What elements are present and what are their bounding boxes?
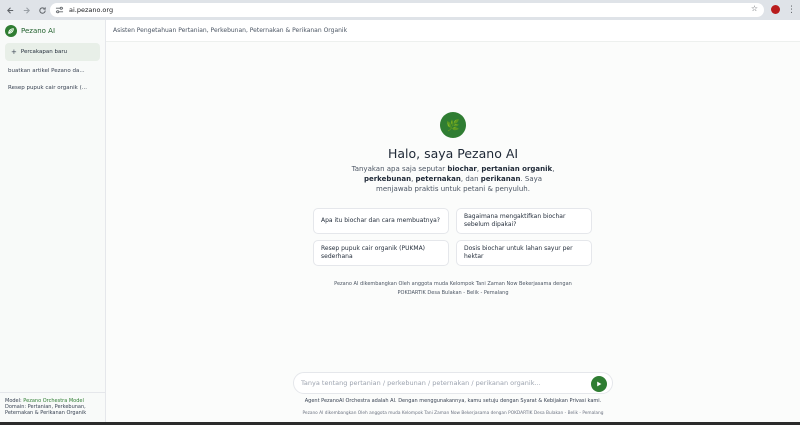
suggestion-card-2[interactable]: Bagaimana mengaktifkan biochar sebelum d…: [456, 208, 592, 234]
chat-composer: [293, 372, 613, 394]
disclaimer-text: Agent PezanoAI Orchestra adalah AI. Deng…: [304, 398, 602, 404]
sidebar: Pezano AI + Percakapan baru buatkan arti…: [0, 20, 106, 422]
leaf-hero-icon: 🌿: [440, 112, 466, 138]
new-chat-label: Percakapan baru: [20, 49, 68, 55]
welcome-title: Halo, saya Pezano AI: [387, 146, 519, 161]
brand[interactable]: Pezano AI: [5, 25, 55, 37]
history-item[interactable]: buatkan artikel Pezano da...: [8, 68, 102, 78]
back-icon[interactable]: [3, 3, 17, 17]
welcome-description: Tanyakan apa saja seputar biochar, perta…: [351, 165, 555, 193]
chat-history-list: buatkan artikel Pezano da... Resep pupuk…: [8, 68, 102, 101]
profile-avatar[interactable]: [771, 5, 780, 14]
sidebar-footer: Model: Pezano Orchestra Model Domain: Pe…: [0, 392, 105, 422]
suggestion-card-1[interactable]: Apa itu biochar dan cara membuatnya?: [313, 208, 449, 234]
send-button[interactable]: [591, 375, 607, 392]
model-name: Pezano Orchestra Model: [23, 398, 84, 404]
forward-icon[interactable]: [19, 3, 33, 17]
header-title: Asisten Pengetahuan Pertanian, Perkebuna…: [106, 20, 800, 42]
send-icon: [597, 381, 602, 386]
suggestion-card-4[interactable]: Dosis biochar untuk lahan sayur per hekt…: [456, 240, 592, 266]
leaf-emoji: 🌿: [446, 118, 460, 132]
plus-icon: +: [11, 48, 17, 56]
footer-note: Pezano AI dikembangkan Oleh anggota muda…: [302, 411, 604, 416]
suggestion-card-3[interactable]: Resep pupuk cair organik (PUKMA) sederha…: [313, 240, 449, 266]
brand-name: Pezano AI: [21, 27, 56, 35]
history-item[interactable]: Resep pupuk cair organik (...: [8, 85, 102, 95]
menu-kebab-icon[interactable]: ⋮: [787, 3, 796, 17]
credit-line-1: Pezano AI dikembangkan Oleh anggota muda…: [334, 281, 572, 287]
url-text[interactable]: ai.pezano.org: [69, 6, 113, 14]
chat-input[interactable]: [301, 379, 587, 387]
domain-line-2: Peternakan & Perikanan Organik: [5, 410, 87, 417]
main-panel: Asisten Pengetahuan Pertanian, Perkebuna…: [106, 20, 800, 422]
new-chat-button[interactable]: + Percakapan baru: [5, 43, 100, 61]
star-icon[interactable]: ☆: [751, 4, 758, 13]
reload-icon[interactable]: [35, 3, 49, 17]
leaf-logo-icon: [5, 25, 17, 37]
browser-toolbar: ai.pezano.org ☆ ⋮: [0, 0, 800, 20]
address-bar[interactable]: ai.pezano.org ☆: [50, 3, 764, 17]
credit-text: Pezano AI dikembangkan Oleh anggota muda…: [328, 280, 578, 297]
credit-line-2: POKDARTIK Desa Bulakan - Belik - Pemalan…: [397, 289, 509, 296]
site-settings-icon[interactable]: [53, 5, 65, 15]
